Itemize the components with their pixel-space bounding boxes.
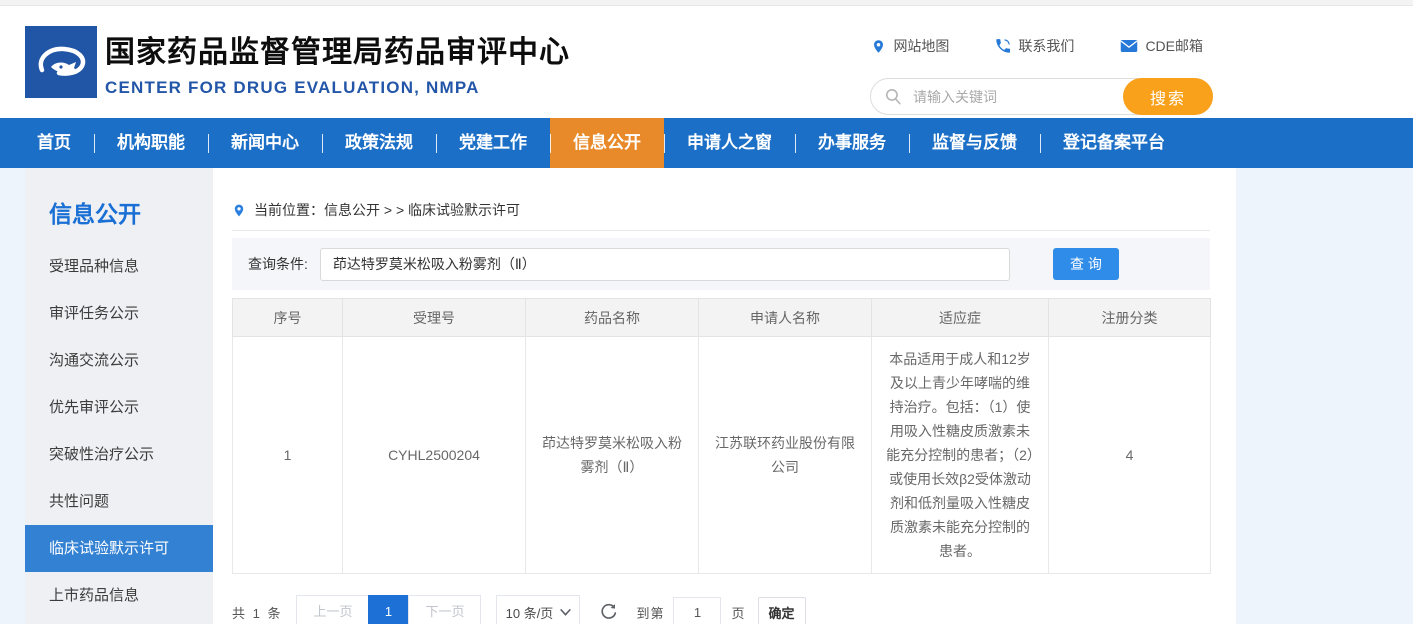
cell-index: 1	[233, 337, 343, 574]
col-header-index: 序号	[233, 299, 343, 337]
page-size-value: 10 条/页	[506, 603, 554, 622]
location-pin-icon	[232, 202, 246, 219]
sidebar-item-review-tasks[interactable]: 审评任务公示	[25, 290, 213, 337]
nav-item-supervision[interactable]: 监督与反馈	[909, 118, 1040, 168]
page-number-1[interactable]: 1	[368, 595, 408, 624]
nav-item-policy[interactable]: 政策法规	[322, 118, 436, 168]
sidebar-item-common-issues[interactable]: 共性问题	[25, 478, 213, 525]
phone-icon	[995, 38, 1011, 54]
nav-item-info-disclosure[interactable]: 信息公开	[550, 118, 664, 168]
content-container: 信息公开 受理品种信息 审评任务公示 沟通交流公示 优先审评公示 突破性治疗公示…	[25, 168, 1236, 624]
content-area: 信息公开 受理品种信息 审评任务公示 沟通交流公示 优先审评公示 突破性治疗公示…	[0, 168, 1413, 624]
page-label: 页	[731, 603, 744, 622]
pagination: 共 1 条 上一页 1 下一页 10 条/页	[232, 595, 1210, 624]
page: 国家药品监督管理局药品审评中心 CENTER FOR DRUG EVALUATI…	[0, 0, 1413, 624]
col-header-drug-name: 药品名称	[526, 299, 699, 337]
query-bar: 查询条件: 查 询	[232, 238, 1210, 290]
sitemap-link[interactable]: 网站地图	[871, 36, 949, 56]
quick-links: 网站地图 联系我们 CDE邮箱	[871, 36, 1203, 56]
search-button[interactable]: 搜索	[1123, 78, 1213, 115]
query-input[interactable]	[320, 248, 1010, 281]
sidebar-item-priority-review[interactable]: 优先审评公示	[25, 384, 213, 431]
main-nav: 首页 机构职能 新闻中心 政策法规 党建工作 信息公开 申请人之窗 办事服务 监…	[0, 118, 1413, 168]
results-table: 序号 受理号 药品名称 申请人名称 适应症 注册分类 1 CYHL2500204	[232, 298, 1211, 574]
col-header-indication: 适应症	[872, 299, 1049, 337]
site-title-en: CENTER FOR DRUG EVALUATION, NMPA	[105, 78, 570, 98]
site-search: 搜索	[870, 78, 1213, 115]
col-header-acceptance-no: 受理号	[343, 299, 526, 337]
nav-item-home[interactable]: 首页	[14, 118, 94, 168]
sidebar-item-breakthrough-therapy[interactable]: 突破性治疗公示	[25, 431, 213, 478]
envelope-icon	[1120, 39, 1138, 53]
search-icon	[884, 87, 903, 106]
sidebar-item-clinical-trial-license[interactable]: 临床试验默示许可	[25, 525, 213, 572]
site-title: 国家药品监督管理局药品审评中心 CENTER FOR DRUG EVALUATI…	[105, 27, 570, 98]
query-label: 查询条件:	[248, 254, 308, 274]
location-pin-icon	[871, 38, 886, 55]
confirm-button[interactable]: 确定	[758, 597, 806, 624]
site-title-cn: 国家药品监督管理局药品审评中心	[105, 27, 570, 71]
prev-page-button[interactable]: 上一页	[296, 595, 369, 624]
cell-registration-class: 4	[1049, 337, 1211, 574]
table-header-row: 序号 受理号 药品名称 申请人名称 适应症 注册分类	[233, 299, 1211, 337]
site-header: 国家药品监督管理局药品审评中心 CENTER FOR DRUG EVALUATI…	[0, 6, 1413, 118]
refresh-icon[interactable]	[599, 602, 619, 622]
contact-link[interactable]: 联系我们	[995, 36, 1074, 56]
nav-item-services[interactable]: 办事服务	[795, 118, 909, 168]
nav-item-party[interactable]: 党建工作	[436, 118, 550, 168]
sitemap-label: 网站地图	[893, 36, 949, 56]
mailbox-link[interactable]: CDE邮箱	[1120, 36, 1203, 56]
nav-item-org[interactable]: 机构职能	[94, 118, 208, 168]
main-panel: 当前位置：信息公开 > > 临床试验默示许可 查询条件: 查 询 序号 受理号	[232, 168, 1210, 624]
breadcrumb-text: 当前位置：信息公开 > > 临床试验默示许可	[254, 200, 520, 220]
contact-label: 联系我们	[1018, 36, 1074, 56]
cde-logo	[25, 26, 97, 98]
page-size-select[interactable]: 10 条/页	[496, 595, 580, 624]
goto-label: 到第	[636, 603, 664, 622]
mailbox-label: CDE邮箱	[1145, 36, 1203, 56]
query-button[interactable]: 查 询	[1053, 248, 1119, 280]
sidebar-item-communication[interactable]: 沟通交流公示	[25, 337, 213, 384]
cell-acceptance-no: CYHL2500204	[343, 337, 526, 574]
goto-page-input[interactable]	[673, 597, 721, 624]
nav-item-registration[interactable]: 登记备案平台	[1040, 118, 1188, 168]
nav-item-news[interactable]: 新闻中心	[208, 118, 322, 168]
sidebar-item-marketed-drugs[interactable]: 上市药品信息	[25, 572, 213, 619]
col-header-registration-class: 注册分类	[1049, 299, 1211, 337]
sidebar: 信息公开 受理品种信息 审评任务公示 沟通交流公示 优先审评公示 突破性治疗公示…	[25, 168, 213, 624]
sidebar-title: 信息公开	[25, 168, 213, 243]
cell-applicant: 江苏联环药业股份有限公司	[699, 337, 872, 574]
table-row: 1 CYHL2500204 茚达特罗莫米松吸入粉雾剂（Ⅱ） 江苏联环药业股份有限…	[233, 337, 1211, 574]
col-header-applicant: 申请人名称	[699, 299, 872, 337]
cell-indication: 本品适用于成人和12岁及以上青少年哮喘的维持治疗。包括：（1）使用吸入性糖皮质激…	[872, 337, 1049, 574]
nav-item-applicant[interactable]: 申请人之窗	[664, 118, 795, 168]
chevron-down-icon	[560, 609, 571, 616]
sidebar-item-accepted-varieties[interactable]: 受理品种信息	[25, 243, 213, 290]
total-count: 共 1 条	[232, 603, 282, 622]
logo-swirl-icon	[25, 26, 97, 98]
next-page-button[interactable]: 下一页	[408, 595, 481, 624]
breadcrumb: 当前位置：信息公开 > > 临床试验默示许可	[232, 190, 1210, 231]
cell-drug-name: 茚达特罗莫米松吸入粉雾剂（Ⅱ）	[526, 337, 699, 574]
